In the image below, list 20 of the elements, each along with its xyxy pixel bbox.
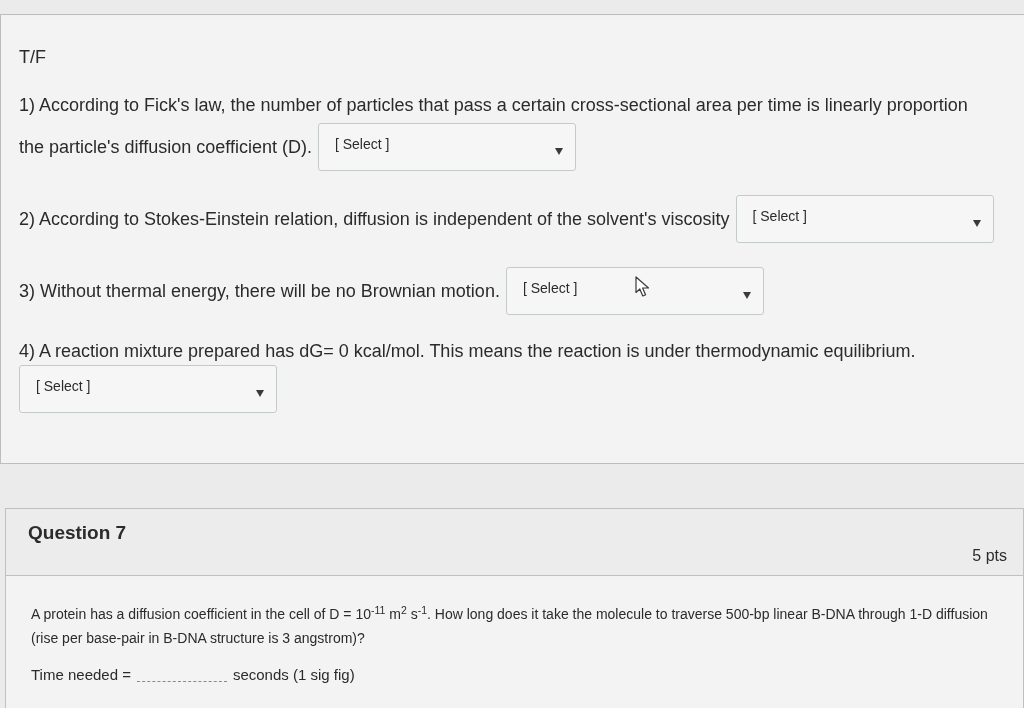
points-label: 5 pts xyxy=(972,546,1007,566)
select-dropdown[interactable]: [ Select ] xyxy=(19,365,277,413)
caret-icon xyxy=(742,291,751,299)
select-dropdown[interactable]: [ Select ] xyxy=(735,195,994,243)
mouse-pointer-icon xyxy=(634,276,650,297)
section-heading: T/F xyxy=(19,46,47,69)
question-text: 4) A reaction mixture prepared has dG= 0 kcal/mol. This means the reaction is under thermodynamic equilibrium. xyxy=(19,340,916,363)
question-text: 2) According to Stokes-Einstein relation, diffusion is independent of the solvent's viscosity xyxy=(19,208,730,231)
caret-icon xyxy=(972,219,981,227)
answer-label: Time needed = xyxy=(31,665,131,685)
question-title: Question 7 xyxy=(28,521,127,545)
question-text: 1) According to Fick's law, the number of particles that pass a certain cross-sectional area per time is linearly proportion xyxy=(19,94,969,117)
question-text: the particle's diffusion coefficient (D). xyxy=(19,136,312,159)
select-dropdown[interactable]: [ Select ] xyxy=(317,123,576,171)
select-dropdown[interactable]: [ Select ] xyxy=(505,267,764,315)
caret-icon xyxy=(256,389,264,397)
question-text: 3) Without thermal energy, there will be no Brownian motion. xyxy=(19,280,500,303)
question-text: A protein has a diffusion coefficient in the cell of D = 10$^{-11}$ m$^{2}$ s$^{-1}$. How long does it take the molecule to traverse 500-bp linear B-DNA through 1-D diffusion (rise per base-pair in B-DNA structure is 3 angstrom)? xyxy=(31,602,989,648)
caret-icon xyxy=(554,147,563,155)
unit-label: seconds (1 sig fig) xyxy=(232,665,355,685)
